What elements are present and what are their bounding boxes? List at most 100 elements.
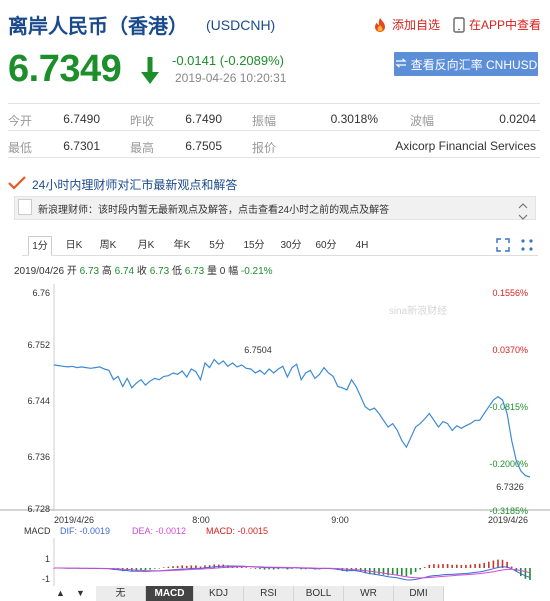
indicator-tab-macd[interactable]: MACD [146, 586, 194, 601]
phone-icon [453, 16, 465, 33]
macd-bar [181, 565, 183, 568]
macd-dif-line [54, 565, 531, 581]
macd-bar [250, 568, 252, 569]
stats-divider-middle [8, 130, 540, 131]
macd-bar [245, 567, 247, 568]
scroll-down-icon[interactable] [518, 208, 528, 226]
macd-bar [456, 564, 458, 568]
open-label: 今开 [8, 114, 33, 128]
tab-weekly-k[interactable]: 周K [96, 236, 120, 256]
macd-bar [451, 564, 453, 568]
fullscreen-icon[interactable] [496, 238, 510, 257]
macd-bar [199, 566, 202, 568]
reverse-rate-button[interactable]: 查看反向汇率 CNHUSD [394, 52, 538, 76]
macd-bar [529, 568, 531, 580]
indicator-tab-rsi[interactable]: RSI [244, 586, 294, 601]
tab-1min[interactable]: 1分 [28, 236, 52, 256]
indicator-tab-boll[interactable]: BOLL [294, 586, 344, 601]
macd-bar [497, 559, 499, 568]
prev-close-value: 6.7490 [185, 112, 222, 126]
triangle-up-icon[interactable]: ▲ [56, 588, 65, 598]
macd-bar [149, 568, 151, 570]
macd-bar [423, 567, 426, 568]
pct-tick-label: -0.2000% [489, 459, 528, 469]
pct-tick-label: -0.0815% [489, 402, 528, 412]
page-title: 离岸人民币（香港） [8, 16, 188, 38]
macd-bar [483, 562, 485, 568]
macd-bar [172, 566, 174, 568]
volatility-value: 0.0204 [499, 112, 536, 126]
macd-bar [378, 568, 380, 575]
x-tick-label: 8:00 [192, 515, 210, 525]
y-tick-label: 6.744 [27, 396, 50, 406]
watermark: sina新浪财经 [389, 304, 447, 317]
advisor-news-heading[interactable]: 24小时内理财师对汇市最新观点和解答 [8, 176, 237, 193]
macd-bar [520, 568, 522, 577]
open-in-app-button[interactable]: 在APP中查看 [453, 16, 541, 33]
macd-bar [158, 568, 161, 569]
macd-bar [474, 564, 476, 568]
tab-4h[interactable]: 4H [350, 236, 374, 256]
current-price: 6.7349 [8, 48, 122, 90]
x-tick-label: 2019/4/26 [488, 515, 528, 525]
macd-bar [195, 565, 197, 568]
tab-yearly-k[interactable]: 年K [170, 236, 194, 256]
high-value: 6.7505 [185, 139, 222, 153]
macd-bar [391, 568, 394, 575]
macd-bar [414, 568, 417, 572]
tab-30min[interactable]: 30分 [277, 236, 305, 256]
tab-monthly-k[interactable]: 月K [134, 236, 158, 256]
macd-bar [524, 568, 527, 579]
y-tick-label: 6.752 [27, 340, 50, 350]
stats-divider-top [8, 103, 540, 104]
advisor-news-text[interactable]: 新浪理财师：该时段内暂无最新观点及解答，点击查看24小时之前的观点及解答 [38, 201, 389, 216]
macd-bar [153, 568, 156, 569]
avatar [18, 199, 32, 215]
macd-bar [488, 561, 490, 568]
advisor-news-heading-text: 24小时内理财师对汇市最新观点和解答 [32, 178, 238, 192]
prev-close-label: 昨收 [130, 114, 155, 128]
macd-bar [405, 568, 408, 576]
macd-bar [401, 568, 403, 576]
settings-icon[interactable] [520, 238, 534, 257]
swap-icon [395, 57, 407, 71]
macd-bar [446, 564, 449, 568]
macd-bar [190, 565, 193, 568]
tab-5min[interactable]: 5分 [205, 236, 229, 256]
macd-dea: DEA: -0.0012 [132, 526, 186, 536]
tab-60min[interactable]: 60分 [312, 236, 340, 256]
macd-bar [163, 567, 165, 568]
macd-bar [396, 568, 399, 575]
indicator-tab-dmi[interactable]: DMI [394, 586, 444, 601]
high-label: 最高 [130, 141, 155, 155]
indicator-tab-wr[interactable]: WR [344, 586, 394, 601]
macd-label: MACD [24, 526, 51, 536]
macd-y-tick: -1 [42, 574, 50, 584]
quote-source-label: 报价 [252, 141, 277, 155]
macd-bar [167, 566, 170, 568]
y-tick-label: 6.736 [27, 452, 50, 462]
indicator-tab-none[interactable]: 无 [96, 586, 146, 601]
macd-bar [259, 568, 261, 570]
macd-bar [492, 560, 495, 568]
pct-tick-label: 0.0370% [492, 345, 528, 355]
macd-bar [419, 568, 421, 570]
x-tick-label: 2019/4/26 [54, 515, 94, 525]
indicator-tab-kdj[interactable]: KDJ [194, 586, 244, 601]
macd-bar [373, 568, 376, 575]
ohlc-info-line: 2019/04/26 开 6.73 高 6.74 收 6.73 低 6.73 量… [14, 262, 273, 277]
macd-dif: DIF: -0.0019 [60, 526, 110, 536]
triangle-down-icon[interactable]: ▼ [76, 588, 85, 598]
symbol-code: (USDCNH) [206, 17, 276, 33]
macd-bar [410, 568, 412, 575]
add-watchlist-button[interactable]: 添加自选 [372, 16, 440, 33]
tab-15min[interactable]: 15分 [240, 236, 268, 256]
macd-bar [465, 564, 467, 568]
pct-tick-label: 0.1556% [492, 288, 528, 298]
macd-bar [268, 568, 270, 570]
price-chart[interactable]: 6.76 6.752 6.744 6.736 6.728 0.1556% 0.0… [0, 276, 550, 586]
low-label: 最低 [8, 141, 33, 155]
last-annotation: 6.7326 [496, 482, 524, 492]
amplitude-label: 振幅 [252, 114, 277, 128]
tab-daily-k[interactable]: 日K [62, 236, 86, 256]
